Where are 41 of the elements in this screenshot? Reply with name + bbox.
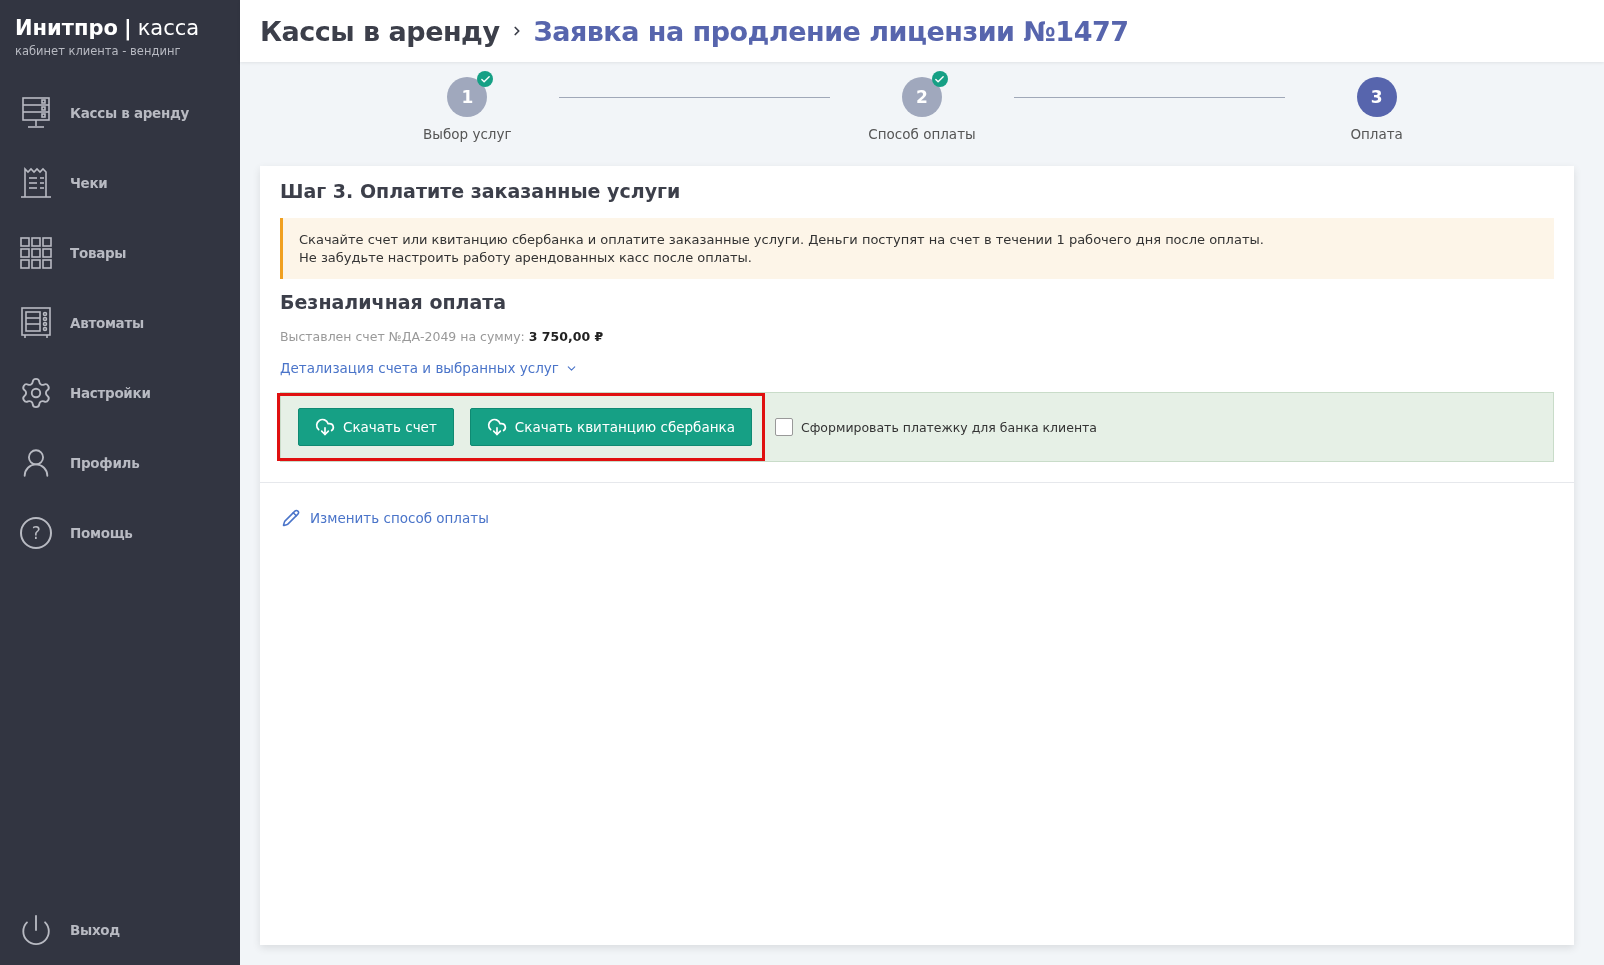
- sidebar-item[interactable]: Настройки: [0, 358, 240, 428]
- invoice-text: Выставлен счет №ДА-2049 на сумму: 3 750,00 ₽: [280, 329, 605, 344]
- notice-text: Не забудьте настроить работу арендованных касс после оплаты.: [299, 250, 753, 265]
- sidebar-item[interactable]: Товары: [0, 218, 240, 288]
- checkbox[interactable]: [774, 418, 793, 436]
- notice-text: Скачайте счет или квитанцию сбербанка и оплатите заказанные услуги. Деньги поступят на счет в течении 1 рабочего дня после оплаты.: [299, 232, 1265, 247]
- cloud-download-icon: [315, 417, 335, 437]
- help-icon: ?: [20, 517, 52, 549]
- server-monitor-icon: [19, 96, 53, 130]
- section-heading: Безналичная оплата: [280, 291, 508, 313]
- brand-subtitle: кабинет клиента - вендинг: [15, 44, 182, 58]
- power-icon: [19, 913, 53, 947]
- brand-product: касса: [137, 16, 200, 40]
- check-icon: [477, 71, 494, 87]
- logout-item[interactable]: Выход: [0, 895, 240, 965]
- brand-name: Инитпро: [15, 16, 118, 40]
- step-label: Выбор услуг: [423, 126, 512, 142]
- change-payment-link[interactable]: Изменить способ оплаты: [282, 509, 489, 527]
- step-circle: 3: [1356, 77, 1397, 117]
- step-heading: Шаг 3. Оплатите заказанные услуги: [280, 180, 682, 202]
- receipt-icon: [19, 166, 53, 200]
- checkbox-label: Сформировать платежку для банка клиента: [800, 419, 1098, 435]
- sidebar-item[interactable]: Профиль: [0, 428, 240, 498]
- cloud-download-icon: [486, 417, 507, 437]
- grid-icon: [19, 236, 53, 270]
- check-icon: [932, 71, 948, 87]
- sidebar-item[interactable]: Кассы в аренду: [0, 78, 240, 148]
- settings-icon: [19, 376, 53, 410]
- page-title: Заявка на продление лицензии №1477: [533, 15, 1129, 47]
- sidebar-item[interactable]: ? Помощь: [0, 498, 240, 568]
- step-label: Оплата: [1350, 126, 1403, 142]
- pencil-icon: [282, 509, 300, 527]
- breadcrumb-link[interactable]: Кассы в аренду: [260, 15, 500, 47]
- download-button[interactable]: Скачать счет: [298, 408, 454, 446]
- sidebar-item[interactable]: Автоматы: [0, 288, 240, 358]
- details-link[interactable]: Детализация счета и выбранных услуг: [280, 360, 578, 376]
- brand-separator: |: [123, 16, 132, 40]
- vending-machine-icon: [19, 306, 53, 340]
- step-label: Способ оплаты: [868, 126, 976, 142]
- sidebar-item[interactable]: Чеки: [0, 148, 240, 218]
- download-button[interactable]: Скачать квитанцию сбербанка: [469, 408, 752, 446]
